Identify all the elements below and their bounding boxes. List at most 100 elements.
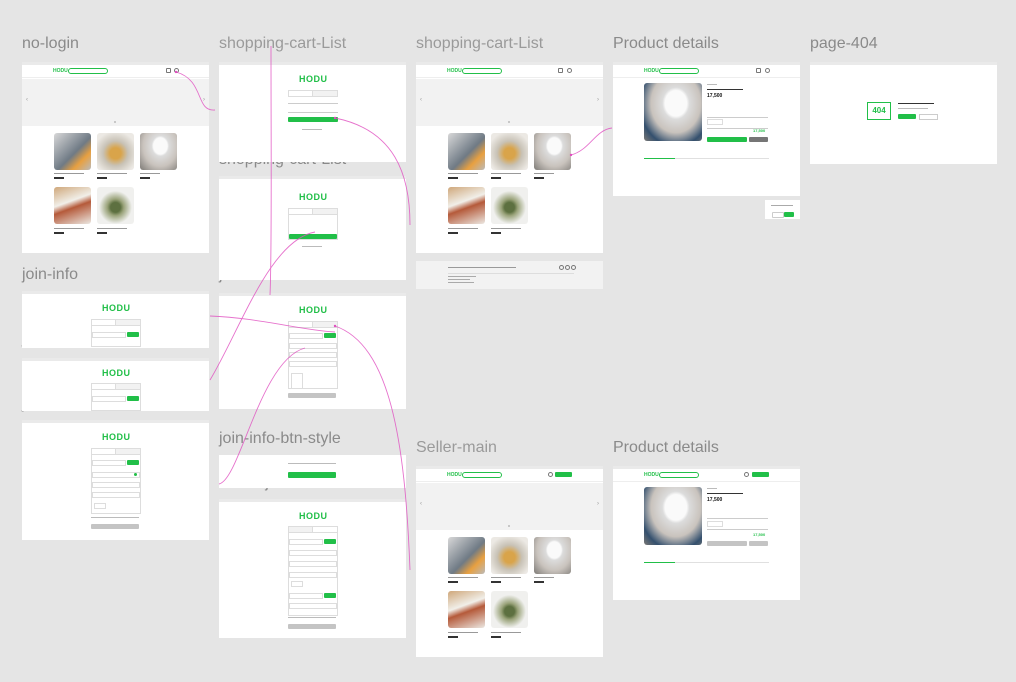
- product-image[interactable]: [448, 591, 485, 628]
- business-number-field[interactable]: [289, 593, 323, 599]
- join-logo[interactable]: HODU: [299, 305, 328, 315]
- join-submit-button[interactable]: [288, 393, 336, 398]
- header-logo[interactable]: HODU: [644, 472, 659, 478]
- modal-yes-button[interactable]: [784, 212, 794, 217]
- join-logo[interactable]: HODU: [102, 303, 131, 313]
- facebook-icon[interactable]: [565, 265, 570, 270]
- password-confirm-field[interactable]: [289, 352, 337, 358]
- terms-agree-checkbox[interactable]: [288, 463, 336, 464]
- product-image[interactable]: [448, 187, 485, 224]
- password-field[interactable]: [289, 550, 337, 556]
- password-confirm-field[interactable]: [289, 561, 337, 567]
- id-field[interactable]: [92, 460, 126, 466]
- product-image[interactable]: [97, 133, 134, 170]
- frame-join-info-1[interactable]: HODU: [22, 291, 209, 348]
- frame-seller-join-info[interactable]: HODU: [219, 499, 406, 638]
- login-button[interactable]: [288, 117, 338, 122]
- name-field[interactable]: [92, 492, 140, 498]
- seller-center-button[interactable]: [555, 472, 572, 477]
- join-submit-button[interactable]: [288, 624, 336, 629]
- product-image[interactable]: [54, 187, 91, 224]
- cart-modal[interactable]: [765, 200, 800, 219]
- join-logo[interactable]: HODU: [299, 511, 328, 521]
- banner-next-icon[interactable]: ›: [203, 97, 205, 103]
- password-field[interactable]: [288, 112, 338, 113]
- frame-no-login[interactable]: HODU ‹ ›: [22, 62, 209, 253]
- banner-prev-icon[interactable]: ‹: [420, 97, 422, 103]
- product-image[interactable]: [140, 133, 177, 170]
- tab-others[interactable]: [675, 158, 769, 159]
- login-logo[interactable]: HODU: [299, 192, 328, 202]
- frame-main-logged-in[interactable]: HODU ‹ ›: [416, 62, 603, 253]
- product-image[interactable]: [491, 187, 528, 224]
- search-input[interactable]: [462, 472, 502, 478]
- header-logo[interactable]: HODU: [53, 68, 68, 74]
- store-name-field[interactable]: [289, 603, 337, 609]
- join-submit-button[interactable]: [91, 524, 139, 529]
- id-field[interactable]: [92, 332, 126, 338]
- phone-prefix-dropdown[interactable]: [291, 581, 303, 587]
- product-image[interactable]: [534, 133, 571, 170]
- product-image[interactable]: [534, 537, 571, 574]
- login-logo[interactable]: HODU: [299, 74, 328, 84]
- product-image[interactable]: [491, 133, 528, 170]
- banner-prev-icon[interactable]: ‹: [420, 501, 422, 507]
- frame-login[interactable]: HODU: [219, 62, 406, 162]
- banner-next-icon[interactable]: ›: [597, 501, 599, 507]
- search-input[interactable]: [659, 68, 699, 74]
- search-input[interactable]: [68, 68, 108, 74]
- banner-next-icon[interactable]: ›: [597, 97, 599, 103]
- quantity-stepper[interactable]: [707, 119, 723, 125]
- user-icon[interactable]: [174, 68, 179, 73]
- seller-center-button[interactable]: [752, 472, 769, 477]
- password-confirm-field[interactable]: [92, 482, 140, 488]
- frame-footer[interactable]: [416, 261, 603, 289]
- login-links[interactable]: [302, 246, 322, 247]
- modal-no-button[interactable]: [772, 212, 784, 218]
- terms-agree-checkbox[interactable]: [91, 517, 139, 518]
- user-icon[interactable]: [765, 68, 770, 73]
- tab-detail[interactable]: [644, 562, 675, 563]
- id-check-button[interactable]: [324, 539, 336, 544]
- id-check-button[interactable]: [127, 460, 139, 465]
- buy-now-button-disabled[interactable]: [707, 541, 747, 546]
- id-field[interactable]: [288, 103, 338, 104]
- product-image[interactable]: [54, 133, 91, 170]
- banner-dot[interactable]: [114, 121, 116, 123]
- header-logo[interactable]: HODU: [447, 68, 462, 74]
- frame-product-details[interactable]: HODU 17,500 17,500: [613, 62, 800, 196]
- product-image[interactable]: [448, 537, 485, 574]
- tab-buyer-login[interactable]: [288, 90, 314, 97]
- search-input[interactable]: [462, 68, 502, 74]
- frame-seller-main[interactable]: HODU ‹ ›: [416, 466, 603, 657]
- phone-prefix-dropdown[interactable]: [291, 373, 303, 389]
- name-field[interactable]: [289, 572, 337, 578]
- product-image[interactable]: [491, 537, 528, 574]
- header-logo[interactable]: HODU: [644, 68, 659, 74]
- user-icon[interactable]: [548, 472, 553, 477]
- footer-links[interactable]: [448, 267, 516, 268]
- tab-others[interactable]: [675, 562, 769, 563]
- banner-dot[interactable]: [508, 121, 510, 123]
- id-check-button[interactable]: [127, 396, 139, 401]
- phone-prefix-dropdown[interactable]: [94, 503, 106, 509]
- buy-now-button[interactable]: [707, 137, 747, 142]
- id-check-button[interactable]: [127, 332, 139, 337]
- frame-page-404[interactable]: 404: [810, 62, 997, 164]
- id-field[interactable]: [92, 396, 126, 402]
- frame-login-alt[interactable]: HODU: [219, 176, 406, 280]
- banner-dot[interactable]: [508, 525, 510, 527]
- password-field[interactable]: [289, 343, 337, 349]
- join-submit-button-active[interactable]: [288, 472, 336, 478]
- go-back-button[interactable]: [919, 114, 938, 120]
- login-button[interactable]: [289, 234, 337, 239]
- cart-icon[interactable]: [558, 68, 563, 73]
- cart-icon[interactable]: [756, 68, 761, 73]
- user-icon[interactable]: [567, 68, 572, 73]
- join-logo[interactable]: HODU: [102, 368, 131, 378]
- go-main-button[interactable]: [898, 114, 916, 119]
- user-icon[interactable]: [744, 472, 749, 477]
- quantity-stepper[interactable]: [707, 521, 723, 527]
- password-field[interactable]: [92, 472, 140, 478]
- search-input[interactable]: [659, 472, 699, 478]
